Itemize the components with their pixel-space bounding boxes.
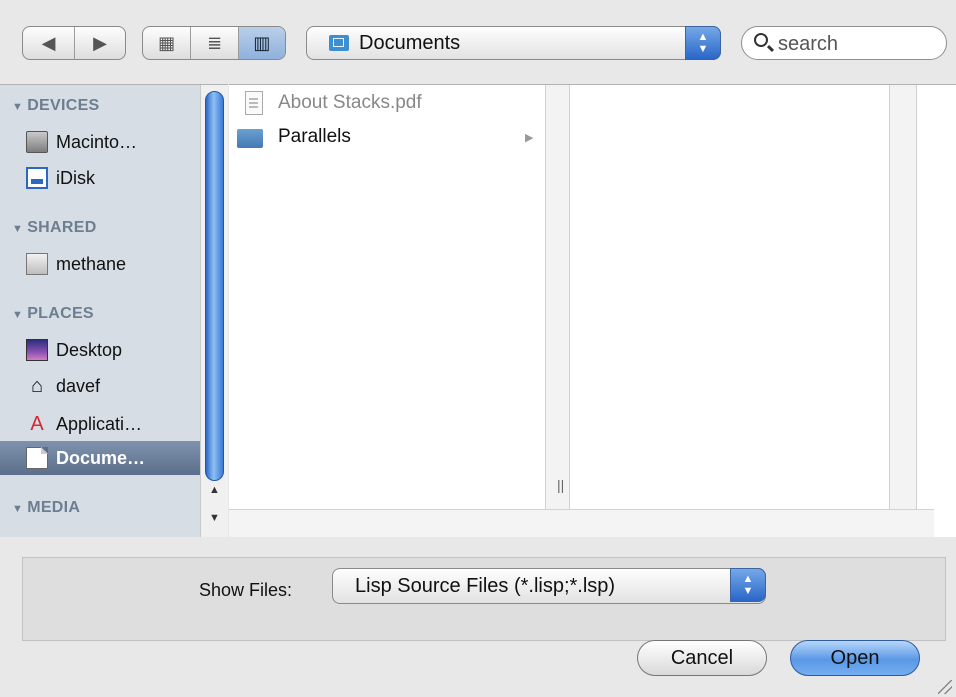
sidebar-item-label: davef bbox=[56, 376, 101, 396]
sidebar-item-applications[interactable]: A Applicati… bbox=[0, 407, 200, 441]
browser-column-1: About Stacks.pdf Parallels ▶ bbox=[229, 85, 546, 537]
sidebar-item-label: Macinto… bbox=[56, 132, 138, 152]
back-arrow-icon: ◀ bbox=[41, 32, 56, 53]
icon-view-icon: ▦ bbox=[158, 32, 176, 53]
icon-view-button[interactable]: ▦ bbox=[143, 27, 190, 59]
desktop-icon bbox=[26, 339, 48, 361]
chevron-right-icon: ▶ bbox=[525, 132, 534, 144]
browser-column-2 bbox=[571, 85, 889, 537]
sidebar-item-label: Desktop bbox=[56, 340, 123, 360]
search-field[interactable] bbox=[741, 26, 947, 60]
applications-icon: A bbox=[30, 413, 44, 435]
back-button[interactable]: ◀ bbox=[23, 27, 74, 59]
folder-icon bbox=[237, 129, 263, 148]
file-type-selected: Lisp Source Files (*.lisp;*.lsp) bbox=[355, 575, 616, 597]
file-type-popup[interactable]: Lisp Source Files (*.lisp;*.lsp) ▲ ▼ bbox=[332, 568, 766, 604]
pdf-file-icon bbox=[245, 91, 263, 115]
file-name: About Stacks.pdf bbox=[278, 92, 422, 113]
file-type-filter-bar: Show Files: Lisp Source Files (*.lisp;*.… bbox=[22, 557, 946, 641]
navigation-segmented-control: ◀ ▶ bbox=[22, 26, 126, 60]
list-view-button[interactable]: ≣ bbox=[190, 27, 237, 59]
documents-icon bbox=[26, 447, 48, 469]
resize-grip-icon: || bbox=[557, 477, 565, 493]
toolbar: ◀ ▶ ▦ ≣ ▥ Documents ▲ ▼ bbox=[0, 0, 956, 84]
sidebar-item-desktop[interactable]: Desktop bbox=[0, 333, 200, 367]
disclosure-triangle-icon[interactable]: ▼ bbox=[12, 503, 23, 515]
hard-drive-icon bbox=[26, 131, 48, 153]
search-input[interactable] bbox=[776, 30, 940, 58]
sidebar-item-label: methane bbox=[56, 254, 127, 274]
sidebar-item-label: Applicati… bbox=[56, 414, 143, 434]
open-button[interactable]: Open bbox=[790, 640, 920, 676]
column-resizer[interactable]: || bbox=[546, 85, 570, 537]
folder-icon bbox=[329, 35, 349, 51]
file-row-about-stacks[interactable]: About Stacks.pdf bbox=[229, 89, 545, 117]
popup-stepper-icon: ▲ ▼ bbox=[730, 568, 766, 602]
popup-stepper-icon: ▲ ▼ bbox=[685, 26, 721, 60]
sidebar-scrollbar[interactable]: ▲ ▼ bbox=[200, 85, 228, 537]
view-mode-segmented-control: ▦ ≣ ▥ bbox=[142, 26, 286, 60]
sidebar-item-documents[interactable]: Docume… bbox=[0, 441, 200, 475]
sidebar-item-label: Docume… bbox=[56, 448, 146, 468]
shared-computer-icon bbox=[26, 253, 48, 275]
sidebar-item-methane[interactable]: methane bbox=[0, 247, 200, 281]
column-resizer[interactable] bbox=[889, 85, 917, 537]
horizontal-scrollbar[interactable] bbox=[229, 509, 934, 537]
sidebar-section-devices[interactable]: ▼ DEVICES bbox=[12, 97, 100, 115]
sidebar-item-idisk[interactable]: iDisk bbox=[0, 161, 200, 195]
search-icon bbox=[754, 33, 768, 47]
home-icon: ⌂ bbox=[30, 375, 44, 397]
sidebar-item-davef[interactable]: ⌂ davef bbox=[0, 369, 200, 403]
column-view-button[interactable]: ▥ bbox=[237, 27, 285, 59]
disclosure-triangle-icon[interactable]: ▼ bbox=[12, 223, 23, 235]
location-popup[interactable]: Documents ▲ ▼ bbox=[306, 26, 721, 60]
disclosure-triangle-icon[interactable]: ▼ bbox=[12, 101, 23, 113]
column-browser: About Stacks.pdf Parallels ▶ || bbox=[229, 84, 956, 537]
list-view-icon: ≣ bbox=[206, 32, 223, 53]
sidebar-scroll-thumb[interactable] bbox=[205, 91, 224, 481]
disclosure-triangle-icon[interactable]: ▼ bbox=[12, 309, 23, 321]
window-resize-handle-icon[interactable] bbox=[938, 680, 952, 694]
sidebar-section-media[interactable]: ▼ MEDIA bbox=[12, 499, 80, 517]
sidebar-item-macintosh-hd[interactable]: Macinto… bbox=[0, 125, 200, 159]
cancel-button[interactable]: Cancel bbox=[637, 640, 767, 676]
forward-button[interactable]: ▶ bbox=[73, 27, 125, 59]
show-files-label: Show Files: bbox=[199, 580, 293, 600]
file-row-parallels[interactable]: Parallels ▶ bbox=[229, 123, 545, 151]
forward-arrow-icon: ▶ bbox=[93, 32, 107, 53]
file-name: Parallels bbox=[278, 126, 351, 147]
location-label: Documents bbox=[359, 32, 461, 54]
sidebar-section-places[interactable]: ▼ PLACES bbox=[12, 305, 94, 323]
column-view-icon: ▥ bbox=[253, 32, 271, 53]
idisk-icon bbox=[26, 167, 48, 189]
scroll-down-arrow-icon[interactable]: ▼ bbox=[201, 509, 228, 527]
sidebar-item-label: iDisk bbox=[56, 168, 95, 188]
sidebar-section-shared[interactable]: ▼ SHARED bbox=[12, 219, 97, 237]
scroll-up-arrow-icon[interactable]: ▲ bbox=[201, 481, 228, 499]
sidebar: ▼ DEVICES Macinto… iDisk ▼ SHARED methane … bbox=[0, 84, 228, 537]
